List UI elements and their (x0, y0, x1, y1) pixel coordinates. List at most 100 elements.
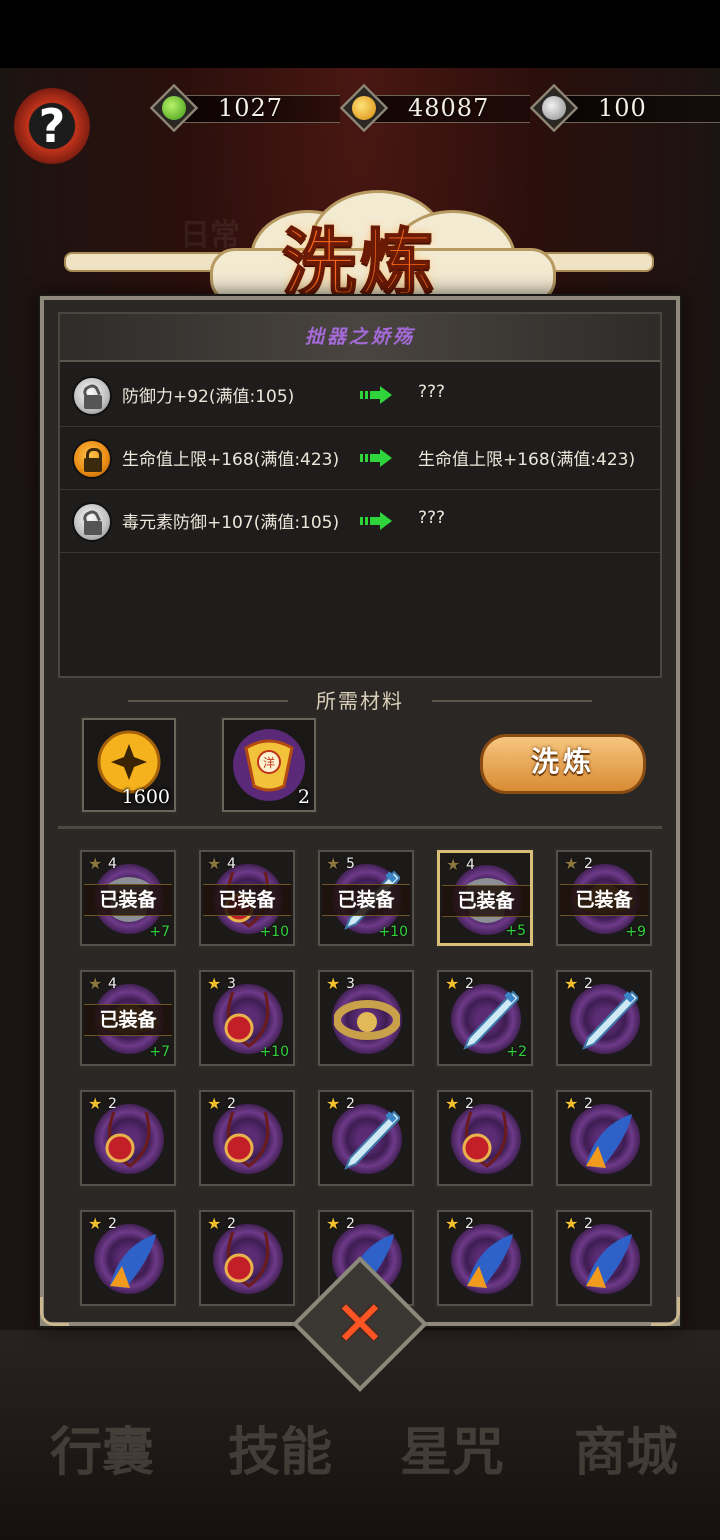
amulet-icon (224, 1231, 270, 1288)
equipment-slot[interactable]: ★ 2 已装备 +9 (554, 848, 654, 948)
star-icon: ★ (88, 974, 103, 993)
star-icon: ★ (88, 1214, 103, 1233)
equipment-slot[interactable]: ★ 3 (316, 968, 416, 1068)
close-button[interactable]: ✕ (320, 1284, 400, 1364)
item-star-count: 2 (465, 1216, 474, 1232)
stat-current: 生命值上限+168(满值:423) (122, 450, 340, 470)
star-icon: ★ (326, 854, 341, 873)
star-icon: ★ (326, 974, 341, 993)
enhance-level: +5 (505, 923, 526, 939)
equipment-slot[interactable]: ★ 2 (197, 1088, 297, 1188)
star-icon: ★ (564, 1214, 579, 1233)
nav-shop: 商城 (574, 1422, 679, 1483)
star-icon: ★ (326, 1094, 341, 1113)
equipment-slot[interactable]: ★ 2 (554, 1088, 654, 1188)
equipment-slot[interactable]: ★ 2 +2 (435, 968, 535, 1068)
currency-value: 1027 (218, 94, 284, 122)
item-star-count: 2 (108, 1096, 117, 1112)
refine-button[interactable]: 洗炼 (480, 734, 646, 794)
item-star-count: 4 (108, 856, 117, 872)
item-star-count: 2 (584, 1216, 593, 1232)
enhance-level: +9 (625, 924, 646, 940)
equipment-slot[interactable]: ★ 2 (316, 1088, 416, 1188)
item-star-count: 3 (346, 976, 355, 992)
unlocked-lock-icon[interactable] (72, 502, 112, 542)
equipment-slot[interactable]: ★ 2 (554, 968, 654, 1068)
item-star-count: 2 (108, 1216, 117, 1232)
equipment-slot[interactable]: ★ 5 已装备 +10 (316, 848, 416, 948)
item-star-count: 2 (346, 1096, 355, 1112)
equipment-slot[interactable]: ★ 2 (435, 1088, 535, 1188)
star-icon: ★ (88, 854, 103, 873)
star-icon: ★ (445, 1094, 460, 1113)
item-star-count: 4 (108, 976, 117, 992)
jade-drop-icon (162, 96, 186, 120)
item-star-count: 2 (227, 1096, 236, 1112)
item-star-count: 2 (584, 1096, 593, 1112)
equipment-slot[interactable]: ★ 4 已装备 +5 (435, 848, 535, 948)
currency-value: 48087 (408, 94, 490, 122)
material-count: 2 (297, 786, 310, 808)
ring-icon (334, 1000, 400, 1040)
help-button[interactable]: ? (14, 88, 90, 164)
item-star-count: 4 (466, 857, 475, 873)
svg-text:洋: 洋 (263, 755, 275, 770)
equipment-slot[interactable]: ★ 2 (78, 1088, 178, 1188)
currency-value: 100 (598, 94, 647, 122)
star-icon: ★ (445, 974, 460, 993)
panel-corner (651, 1297, 680, 1326)
amulet-icon (105, 1111, 151, 1168)
stat-result: ??? (418, 508, 446, 528)
equipment-slot[interactable]: ★ 2 (554, 1208, 654, 1308)
locked-lock-icon[interactable] (72, 439, 112, 479)
star-icon: ★ (207, 1214, 222, 1233)
materials-title: 所需材料 (58, 684, 662, 718)
equipped-label: 已装备 (84, 884, 172, 916)
item-star-count: 3 (227, 976, 236, 992)
refine-panel: 拙器之娇殇 防御力+92(满值:105) ??? 生命值上限+168(满值:42… (40, 296, 680, 1326)
item-star-count: 5 (346, 856, 355, 872)
stat-result: ??? (418, 382, 446, 402)
star-icon: ★ (207, 974, 222, 993)
star-icon: ★ (564, 1094, 579, 1113)
equipment-slot[interactable]: ★ 4 已装备 +7 (78, 968, 178, 1068)
silver-swirl-icon (542, 96, 566, 120)
stat-current: 毒元素防御+107(满值:105) (122, 513, 340, 533)
plume-icon (586, 1234, 632, 1288)
equipped-label: 已装备 (560, 884, 648, 916)
star-icon: ★ (207, 854, 222, 873)
equipment-slot[interactable]: ★ 4 已装备 +7 (78, 848, 178, 948)
panel-corner (40, 1297, 69, 1326)
arrow-right-icon (360, 512, 392, 530)
title-banner: 洗炼 (60, 190, 660, 310)
sword-icon (344, 1110, 400, 1170)
enhance-level: +10 (378, 924, 408, 940)
star-icon: ★ (445, 1214, 460, 1233)
currency-gold: 48087 (339, 82, 530, 134)
star-icon: ★ (207, 1094, 222, 1113)
material-slot-scroll[interactable]: 洋 2 (220, 716, 318, 814)
equipped-label: 已装备 (322, 884, 410, 916)
plume-icon (110, 1234, 156, 1288)
stat-row: 毒元素防御+107(满值:105) ??? (60, 490, 660, 553)
equipment-slot[interactable]: ★ 3 +10 (197, 968, 297, 1068)
currency-silver: 100 (529, 82, 720, 134)
enhance-level: +2 (506, 1044, 527, 1060)
equipment-slot[interactable]: ★ 4 已装备 +10 (197, 848, 297, 948)
arrow-right-icon (360, 449, 392, 467)
gold-coin-icon (352, 96, 376, 120)
equipment-slot[interactable]: ★ 2 (78, 1208, 178, 1308)
enhance-level: +7 (149, 1044, 170, 1060)
equipment-name: 拙器之娇殇 (60, 314, 660, 362)
sword-icon (582, 990, 638, 1050)
equipment-slot[interactable]: ★ 2 (197, 1208, 297, 1308)
equipment-slot[interactable]: ★ 2 (435, 1208, 535, 1308)
amulet-icon (462, 1111, 508, 1168)
star-icon: ★ (446, 855, 461, 874)
nav-stars: 星咒 (400, 1422, 505, 1483)
section-divider (58, 826, 662, 829)
stat-current: 防御力+92(满值:105) (122, 387, 295, 407)
unlocked-lock-icon[interactable] (72, 376, 112, 416)
material-slot-gold[interactable]: 1600 (80, 716, 178, 814)
item-star-count: 2 (584, 976, 593, 992)
